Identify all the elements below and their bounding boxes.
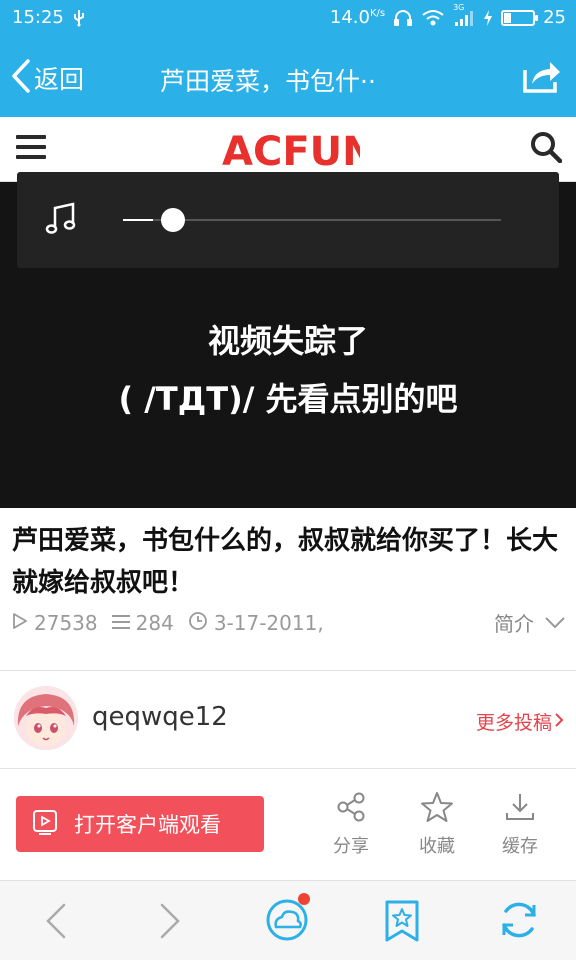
charging-icon [483,9,493,27]
seek-progress [123,219,154,221]
open-client-label: 打开客户端观看 [74,813,221,837]
more-posts-label: 更多投稿 [475,712,552,734]
headphones-icon [393,9,413,27]
chevron-left-icon [10,58,32,98]
video-title: 芦田爱菜，书包什么的，叔叔就给你买了！长大就嫁给叔叔吧！ [12,526,559,598]
logo-text: ACFUN [222,129,360,171]
intro-toggle[interactable]: 简介 [494,608,566,637]
video-missing-submessage: ( /TДT)/ 先看点别的吧 [118,380,458,418]
comment-count: 284 [111,611,174,635]
hamburger-menu-icon[interactable] [16,135,46,163]
favorite-label: 收藏 [419,836,455,857]
battery-level: 25 [543,7,566,28]
bookmarks-button[interactable] [384,899,420,947]
share-nodes-icon [335,791,367,828]
audio-control-panel [17,172,559,268]
back-button[interactable]: 返回 [10,56,84,100]
back-label: 返回 [34,65,85,94]
uploader-row[interactable]: qeqwqe12 更多投稿 [0,672,576,768]
chevron-down-icon [544,611,566,635]
cache-button[interactable]: 缓存 [488,791,552,858]
cache-label: 缓存 [502,836,538,857]
star-icon [421,791,453,828]
battery-icon [501,9,539,26]
acfun-logo[interactable]: ACFUN [220,127,376,175]
browser-back-button[interactable] [42,901,70,945]
network-speed: 14.0K/s [329,7,386,28]
uploader-name[interactable]: qeqwqe12 [92,702,228,732]
intro-label: 简介 [494,612,534,636]
page-title: 芦田爱菜，书包什·· [160,67,376,96]
avatar[interactable] [14,686,78,750]
play-icon [12,611,28,635]
bookmark-star-icon [384,900,420,947]
video-missing-message: 视频失踪了 [207,322,368,360]
video-player[interactable]: 视频失踪了 ( /TДT)/ 先看点别的吧 [0,172,576,508]
download-icon [504,791,536,828]
music-note-icon [45,202,77,240]
tv-play-icon [32,809,58,840]
chevron-right-icon [554,711,564,733]
share-action-label: 分享 [333,836,369,857]
wifi-icon [421,9,445,27]
cloud-home-icon [264,899,310,947]
share-action-button[interactable]: 分享 [319,791,383,858]
app-header: 返回 芦田爱菜，书包什·· [0,38,576,117]
open-client-button[interactable]: 打开客户端观看 [16,796,264,852]
favorite-button[interactable]: 收藏 [405,791,469,858]
browser-toolbar [0,880,576,960]
list-icon [111,611,130,635]
seek-thumb[interactable] [161,208,186,232]
cell-signal-icon: 3G [453,3,475,27]
play-count: 27538 [12,611,98,635]
browser-home-button[interactable] [264,893,310,947]
refresh-icon [498,902,540,945]
refresh-button[interactable] [498,899,540,945]
status-bar: 15:25 14.0K/s 3G 25 [0,0,576,38]
search-icon[interactable] [530,131,563,167]
more-posts-link[interactable]: 更多投稿 [476,708,564,735]
share-icon [522,62,562,98]
video-meta: 27538 284 3-17-2011, [12,608,564,638]
divider [0,670,576,671]
chevron-left-icon [42,903,70,945]
usb-icon [72,9,86,27]
action-row: 打开客户端观看 分享 收藏 缓存 [0,769,576,879]
notification-dot [298,893,310,905]
seek-bar[interactable] [123,208,501,232]
status-time: 15:25 [12,7,64,28]
chevron-right-icon [156,903,184,945]
share-button[interactable] [522,58,562,98]
clock-icon [188,611,208,636]
browser-forward-button[interactable] [156,901,184,945]
upload-date: 3-17-2011, [188,611,324,636]
